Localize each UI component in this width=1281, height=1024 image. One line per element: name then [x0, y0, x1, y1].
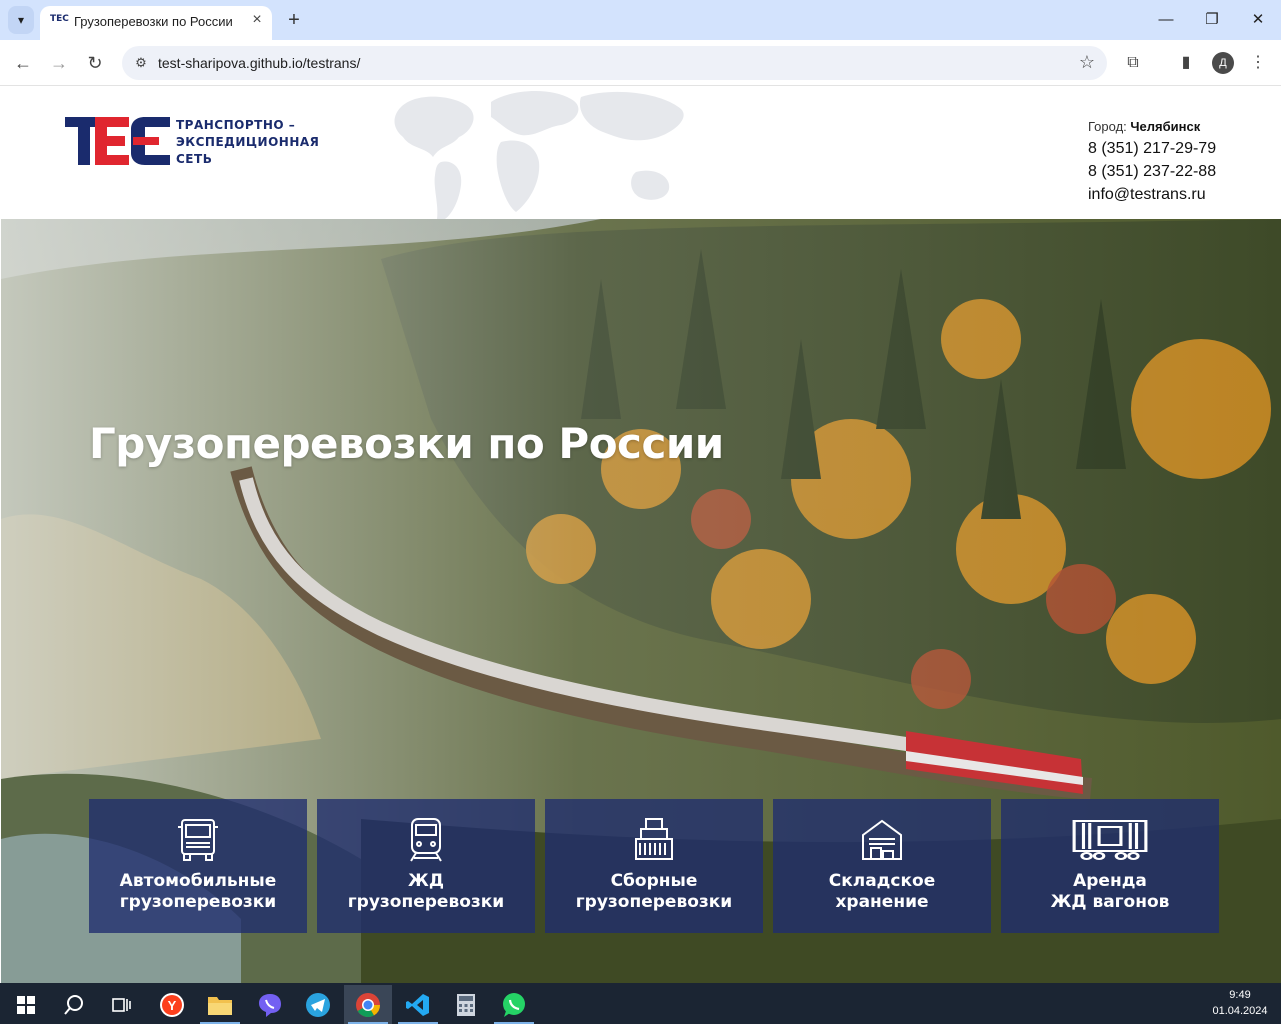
browser-tab-active[interactable]: TEC Грузоперевозки по России × [40, 6, 272, 40]
service-label: Складское хранение [828, 871, 936, 912]
address-bar[interactable]: ⚙ test-sharipova.github.io/testrans/ ☆ [122, 46, 1107, 80]
contacts-block: Город: Челябинск 8 (351) 217-29-79 8 (35… [1088, 119, 1278, 206]
new-tab-button[interactable]: + [282, 6, 306, 34]
service-label: Автомобильные грузоперевозки [119, 871, 277, 912]
more-menu-icon[interactable]: ⋮ [1244, 49, 1272, 77]
file-explorer-icon[interactable] [196, 985, 244, 1024]
extensions-icon[interactable]: ⧉ [1119, 49, 1147, 77]
phone-link-2[interactable]: 8 (351) 237-22-88 [1088, 160, 1278, 183]
forward-icon[interactable]: → [45, 49, 73, 77]
chrome-icon[interactable] [344, 985, 392, 1024]
warehouse-icon [862, 819, 902, 860]
service-label: Сборные грузоперевозки [575, 871, 733, 912]
yandex-browser-icon[interactable]: Y [148, 985, 196, 1024]
service-card-consolidated[interactable]: Сборные грузоперевозки [545, 799, 763, 933]
world-map-image [394, 91, 684, 219]
reload-icon[interactable]: ↻ [81, 49, 109, 77]
service-card-auto[interactable]: Автомобильные грузоперевозки [89, 799, 307, 933]
cargo-stack-icon [635, 818, 673, 860]
service-label: Аренда ЖД вагонов [1050, 871, 1170, 912]
hero-banner: Грузоперевозки по России Автомобильные г… [1, 219, 1281, 983]
back-icon[interactable]: ← [9, 49, 37, 77]
calculator-icon[interactable] [442, 985, 490, 1024]
tab-search-chevron-icon[interactable]: ▾ [8, 6, 34, 34]
hero-title: Грузоперевозки по России [89, 419, 724, 468]
bookmark-star-icon[interactable]: ☆ [1079, 52, 1095, 73]
railcar-icon [1072, 820, 1148, 860]
service-card-railcar-rent[interactable]: Аренда ЖД вагонов [1001, 799, 1219, 933]
company-logo[interactable]: ТРАНСПОРТНО – ЭКСПЕДИЦИОННАЯ СЕТЬ [65, 117, 319, 167]
restore-icon[interactable]: ❐ [1195, 6, 1229, 34]
minimize-icon[interactable]: — [1149, 6, 1183, 34]
profile-avatar[interactable]: Д [1212, 52, 1234, 74]
phone-link-1[interactable]: 8 (351) 217-29-79 [1088, 137, 1278, 160]
services-row: Автомобильные грузоперевозки ЖД грузопер… [89, 799, 1219, 933]
email-link[interactable]: info@testrans.ru [1088, 183, 1278, 206]
clock-time: 9:49 [1229, 989, 1251, 1001]
vscode-icon[interactable] [394, 985, 442, 1024]
window-close-icon[interactable]: ✕ [1241, 6, 1275, 34]
tab-title: Грузоперевозки по России [74, 14, 233, 29]
web-page: ТРАНСПОРТНО – ЭКСПЕДИЦИОННАЯ СЕТЬ Город:… [1, 87, 1281, 983]
train-icon [410, 818, 442, 862]
side-panel-icon[interactable]: ▮ [1172, 49, 1200, 77]
site-header: ТРАНСПОРТНО – ЭКСПЕДИЦИОННАЯ СЕТЬ Город:… [1, 87, 1281, 219]
logo-mark-icon [65, 117, 170, 165]
browser-toolbar: ← → ↻ ⚙ test-sharipova.github.io/testran… [0, 40, 1281, 86]
service-card-storage[interactable]: Складское хранение [773, 799, 991, 933]
whatsapp-icon[interactable] [490, 985, 538, 1024]
url-text[interactable]: test-sharipova.github.io/testrans/ [158, 55, 360, 71]
site-settings-icon[interactable]: ⚙ [132, 54, 150, 72]
viber-icon[interactable] [246, 985, 294, 1024]
truck-icon [178, 819, 218, 861]
service-card-rail[interactable]: ЖД грузоперевозки [317, 799, 535, 933]
start-icon[interactable] [2, 985, 50, 1024]
logo-text: ТРАНСПОРТНО – ЭКСПЕДИЦИОННАЯ СЕТЬ [176, 118, 320, 166]
windows-taskbar: Y 9:49 01.04.2024 [0, 983, 1281, 1024]
system-clock[interactable]: 9:49 01.04.2024 [1200, 987, 1280, 1019]
task-view-icon[interactable] [98, 985, 146, 1024]
service-label: ЖД грузоперевозки [347, 871, 505, 912]
telegram-icon[interactable] [294, 985, 342, 1024]
clock-date: 01.04.2024 [1212, 1005, 1268, 1017]
browser-tab-bar: ▾ TEC Грузоперевозки по России × + — ❐ ✕ [0, 0, 1281, 40]
svg-text:Y: Y [168, 998, 177, 1013]
tab-close-icon[interactable]: × [248, 11, 266, 29]
favicon-icon: TEC [50, 14, 69, 24]
search-icon[interactable] [50, 985, 98, 1024]
city-selector[interactable]: Город: Челябинск [1088, 119, 1278, 134]
